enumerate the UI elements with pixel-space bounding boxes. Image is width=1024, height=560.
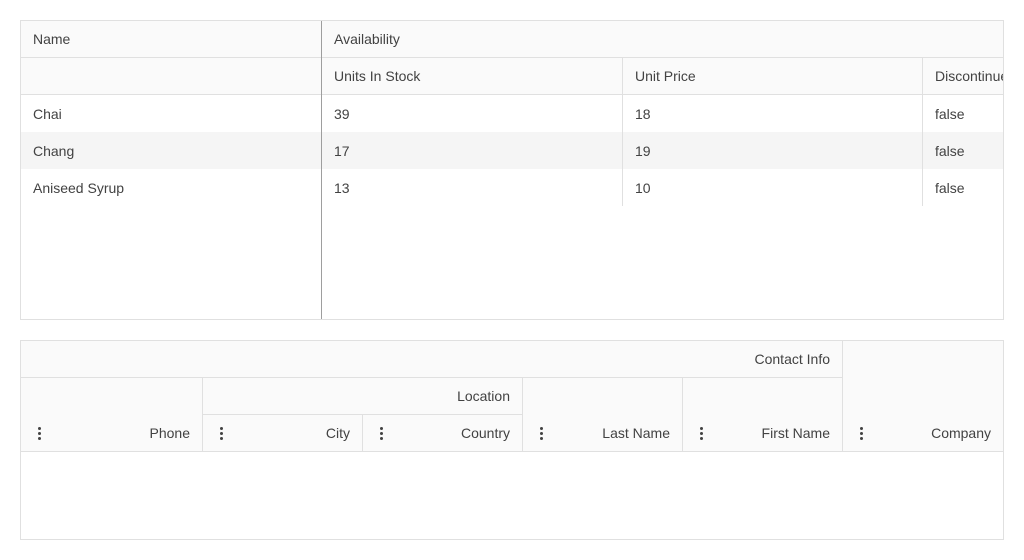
table-row[interactable]: 17 19 false [322,132,1003,169]
column-group-header-contact-info[interactable]: Contact Info [21,341,843,378]
table-row[interactable]: 13 10 false [322,169,1003,206]
column-group-label: Availability [334,31,400,47]
cell-name[interactable]: Chang [21,132,321,169]
column-header-discontinued[interactable]: Discontinued [923,58,1003,95]
cell-units-in-stock[interactable]: 17 [322,132,623,169]
cell-name[interactable]: Chai [21,95,321,132]
column-header-last-name[interactable]: Last Name [523,378,683,452]
table-row[interactable]: Chang [21,132,321,169]
table-row[interactable]: 39 18 false [322,95,1003,132]
table-row[interactable]: Chai [21,95,321,132]
cell-discontinued[interactable]: false [923,95,1003,132]
column-group-label: Location [457,388,510,404]
column-header-label: Country [460,425,510,441]
contacts-grid: Contact Info Phone Location City Country… [20,340,1004,540]
column-header-label: First Name [761,425,830,441]
column-header-units-in-stock[interactable]: Units In Stock [322,58,623,95]
column-header-label: Name [33,31,71,47]
column-header-phone[interactable]: Phone [21,378,203,452]
column-header-label: Unit Price [635,68,696,84]
products-grid: Name Chai Chang Aniseed Syrup Availabili… [20,20,1004,320]
column-header-label: Units In Stock [334,68,421,84]
kebab-menu-icon[interactable] [375,415,387,451]
column-header-label: Discontinued [935,68,1003,84]
column-group-label: Contact Info [754,351,831,367]
column-header-unit-price[interactable]: Unit Price [623,58,923,95]
column-group-header-location[interactable]: Location [203,378,523,415]
kebab-menu-icon[interactable] [215,415,227,451]
column-header-label: City [325,425,350,441]
column-header-first-name[interactable]: First Name [683,378,843,452]
column-header-label: Phone [149,425,190,441]
column-header-label: Company [931,425,991,441]
pinned-column-area: Name Chai Chang Aniseed Syrup [21,21,322,319]
kebab-menu-icon[interactable] [695,415,707,451]
column-header-company[interactable]: Company [843,341,1003,452]
column-header-country[interactable]: Country [363,415,523,452]
column-header-label: Last Name [602,425,670,441]
column-header-spacer [21,58,321,95]
cell-units-in-stock[interactable]: 13 [322,169,623,206]
cell-units-in-stock[interactable]: 39 [322,95,623,132]
kebab-menu-icon[interactable] [535,415,547,451]
kebab-menu-icon[interactable] [855,415,867,451]
grid-body-empty [21,452,1003,539]
cell-unit-price[interactable]: 19 [623,132,923,169]
cell-unit-price[interactable]: 10 [623,169,923,206]
table-row[interactable]: Aniseed Syrup [21,169,321,206]
cell-discontinued[interactable]: false [923,169,1003,206]
column-group-header-availability[interactable]: Availability [322,21,1003,58]
scrollable-column-area[interactable]: Availability Units In Stock Unit Price D… [322,21,1003,319]
column-header-name[interactable]: Name [21,21,321,58]
cell-discontinued[interactable]: false [923,132,1003,169]
cell-unit-price[interactable]: 18 [623,95,923,132]
column-header-city[interactable]: City [203,415,363,452]
kebab-menu-icon[interactable] [33,415,45,451]
cell-name[interactable]: Aniseed Syrup [21,169,321,206]
